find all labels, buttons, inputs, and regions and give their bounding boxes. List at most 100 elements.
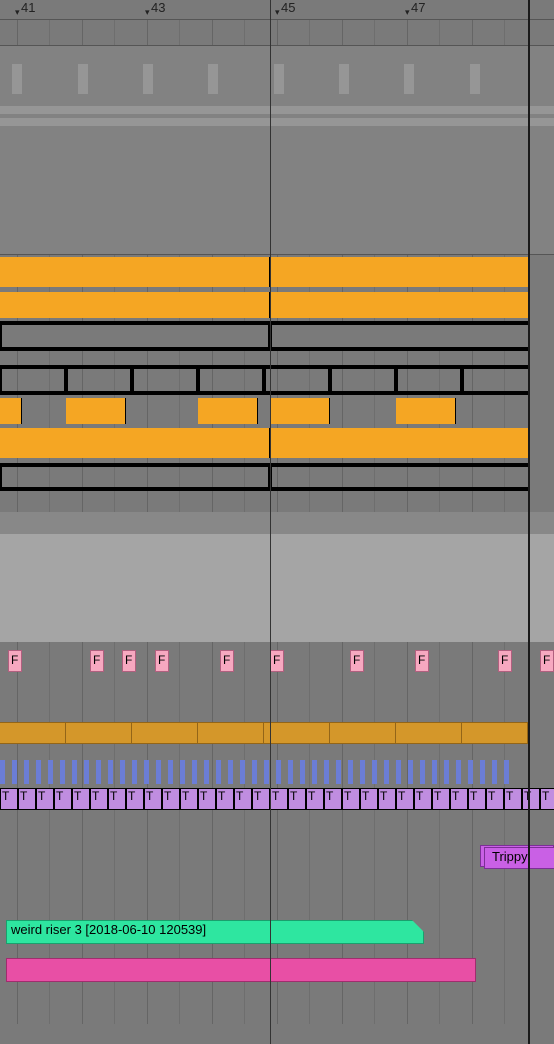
midi-note[interactable] bbox=[492, 760, 497, 784]
audio-clip-t[interactable]: T bbox=[54, 788, 72, 810]
midi-clip-amber[interactable] bbox=[0, 722, 528, 744]
midi-editor-lane[interactable] bbox=[0, 512, 554, 642]
audio-clip-t[interactable]: T bbox=[270, 788, 288, 810]
midi-note[interactable] bbox=[96, 760, 101, 784]
audio-clip-t[interactable]: T bbox=[342, 788, 360, 810]
audio-clip-t[interactable]: T bbox=[180, 788, 198, 810]
midi-clip-row-2[interactable] bbox=[0, 292, 530, 318]
audio-clip-t[interactable]: T bbox=[450, 788, 468, 810]
audio-clip-f[interactable]: F bbox=[350, 650, 364, 672]
midi-note[interactable] bbox=[0, 760, 5, 784]
midi-note[interactable] bbox=[84, 760, 89, 784]
midi-note[interactable] bbox=[192, 760, 197, 784]
audio-clip-t[interactable]: T bbox=[522, 788, 540, 810]
audio-clip-f[interactable]: F bbox=[415, 650, 429, 672]
midi-note[interactable] bbox=[48, 760, 53, 784]
playhead[interactable] bbox=[528, 0, 530, 1044]
midi-note[interactable] bbox=[264, 760, 269, 784]
midi-note[interactable] bbox=[324, 760, 329, 784]
audio-clip-t[interactable]: T bbox=[486, 788, 504, 810]
midi-clip[interactable] bbox=[270, 398, 330, 424]
midi-note[interactable] bbox=[168, 760, 173, 784]
midi-note[interactable] bbox=[444, 760, 449, 784]
midi-note[interactable] bbox=[156, 760, 161, 784]
audio-clip-t[interactable]: T bbox=[144, 788, 162, 810]
audio-clip-t[interactable]: T bbox=[90, 788, 108, 810]
midi-note[interactable] bbox=[456, 760, 461, 784]
midi-note[interactable] bbox=[360, 760, 365, 784]
midi-note[interactable] bbox=[432, 760, 437, 784]
midi-clip-row-3[interactable] bbox=[0, 398, 530, 424]
audio-clip-t[interactable]: T bbox=[126, 788, 144, 810]
automation-row-1[interactable] bbox=[0, 321, 530, 351]
midi-note[interactable] bbox=[180, 760, 185, 784]
audio-clip-t[interactable]: T bbox=[540, 788, 554, 810]
audio-clip-t[interactable]: T bbox=[414, 788, 432, 810]
arrangement-view[interactable]: F F F F F F F F F F TTTTTTTTTTTTTTTTTTTT… bbox=[0, 20, 554, 1024]
audio-clip-f[interactable]: F bbox=[90, 650, 104, 672]
midi-clip-row-1[interactable] bbox=[0, 257, 530, 287]
midi-note[interactable] bbox=[36, 760, 41, 784]
audio-clip-t[interactable]: T bbox=[324, 788, 342, 810]
audio-track-waveform[interactable] bbox=[0, 45, 554, 255]
midi-clip[interactable] bbox=[198, 398, 258, 424]
midi-note[interactable] bbox=[144, 760, 149, 784]
midi-note[interactable] bbox=[300, 760, 305, 784]
clip-row-t[interactable]: TTTTTTTTTTTTTTTTTTTTTTTTTTTTTTT bbox=[0, 788, 554, 810]
audio-clip-t[interactable]: T bbox=[198, 788, 216, 810]
audio-clip-t[interactable]: T bbox=[468, 788, 486, 810]
audio-clip-t[interactable]: T bbox=[360, 788, 378, 810]
midi-note[interactable] bbox=[480, 760, 485, 784]
midi-note[interactable] bbox=[348, 760, 353, 784]
midi-clip[interactable] bbox=[0, 428, 270, 458]
midi-clip[interactable] bbox=[0, 398, 22, 424]
midi-notes-blue[interactable] bbox=[0, 760, 554, 784]
midi-note[interactable] bbox=[420, 760, 425, 784]
audio-clip-f[interactable]: F bbox=[270, 650, 284, 672]
midi-note[interactable] bbox=[228, 760, 233, 784]
locator-line[interactable] bbox=[270, 0, 271, 1044]
midi-note[interactable] bbox=[312, 760, 317, 784]
automation-row-3[interactable] bbox=[0, 463, 530, 491]
audio-clip-f[interactable]: F bbox=[122, 650, 136, 672]
audio-clip-t[interactable]: T bbox=[216, 788, 234, 810]
midi-note[interactable] bbox=[408, 760, 413, 784]
midi-clip-row-4[interactable] bbox=[0, 428, 530, 458]
midi-note[interactable] bbox=[216, 760, 221, 784]
audio-clip-t[interactable]: T bbox=[396, 788, 414, 810]
midi-clip[interactable] bbox=[0, 257, 270, 287]
audio-clip-f[interactable]: F bbox=[498, 650, 512, 672]
midi-note[interactable] bbox=[240, 760, 245, 784]
audio-clip-trippy[interactable]: Trippy bbox=[480, 845, 554, 867]
midi-note[interactable] bbox=[372, 760, 377, 784]
midi-note[interactable] bbox=[384, 760, 389, 784]
midi-note[interactable] bbox=[204, 760, 209, 784]
midi-clip[interactable] bbox=[396, 398, 456, 424]
midi-clip[interactable] bbox=[270, 257, 530, 287]
audio-clip-t[interactable]: T bbox=[378, 788, 396, 810]
timeline-ruler[interactable]: ▾41 ▾43 ▾45 ▾47 bbox=[0, 0, 554, 20]
audio-clip-t[interactable]: T bbox=[0, 788, 18, 810]
midi-note[interactable] bbox=[120, 760, 125, 784]
midi-note[interactable] bbox=[504, 760, 509, 784]
audio-clip-t[interactable]: T bbox=[234, 788, 252, 810]
midi-note[interactable] bbox=[60, 760, 65, 784]
audio-clip-f[interactable]: F bbox=[540, 650, 554, 672]
audio-clip-t[interactable]: T bbox=[18, 788, 36, 810]
midi-note[interactable] bbox=[288, 760, 293, 784]
midi-clip[interactable] bbox=[270, 428, 530, 458]
midi-clip[interactable] bbox=[0, 292, 270, 318]
audio-clip-t[interactable]: T bbox=[288, 788, 306, 810]
audio-clip-weird-riser[interactable]: weird riser 3 [2018-06-10 120539] bbox=[6, 920, 424, 944]
midi-note[interactable] bbox=[276, 760, 281, 784]
midi-clip[interactable] bbox=[270, 292, 530, 318]
midi-note[interactable] bbox=[72, 760, 77, 784]
midi-note[interactable] bbox=[252, 760, 257, 784]
audio-clip-f[interactable]: F bbox=[8, 650, 22, 672]
audio-clip-t[interactable]: T bbox=[36, 788, 54, 810]
midi-note[interactable] bbox=[396, 760, 401, 784]
automation-segment[interactable] bbox=[270, 323, 530, 349]
audio-clip-t[interactable]: T bbox=[306, 788, 324, 810]
audio-clip-magenta[interactable] bbox=[6, 958, 476, 982]
automation-segment[interactable] bbox=[0, 323, 270, 349]
